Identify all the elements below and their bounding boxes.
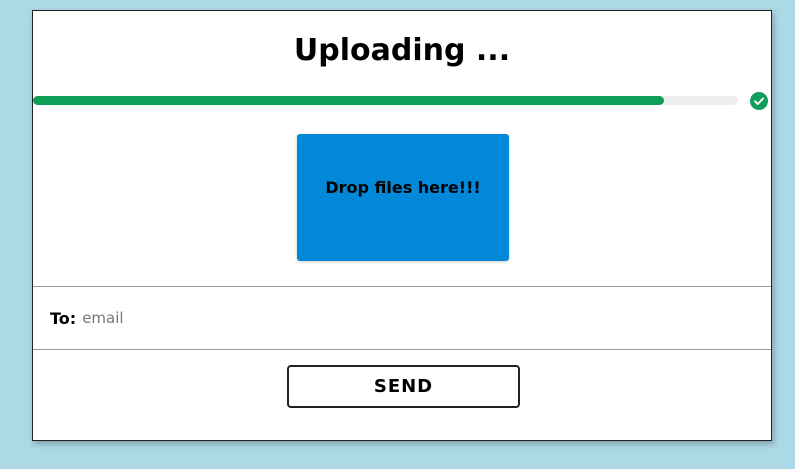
page-title: Uploading ... [293,33,511,68]
check-circle-icon [750,92,768,110]
upload-card: Uploading ... Drop files here!!! To: SEN… [32,10,772,441]
dropzone-label: Drop files here!!! [325,178,481,197]
file-dropzone[interactable]: Drop files here!!! [297,134,509,261]
divider [33,349,771,350]
upload-progress-fill [33,96,664,105]
divider [33,286,771,287]
upload-progress-bar [33,96,738,105]
recipient-label: To: [50,308,77,328]
send-button[interactable]: SEND [287,365,520,408]
recipient-row: To: [50,307,683,329]
email-field[interactable] [82,309,683,327]
